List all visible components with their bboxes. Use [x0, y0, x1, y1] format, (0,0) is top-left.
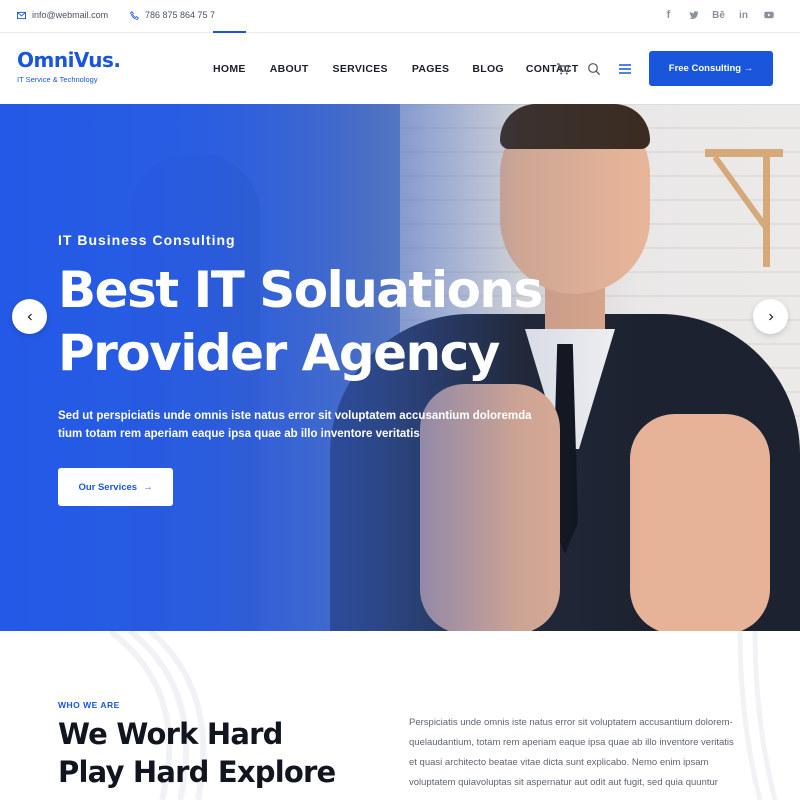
our-services-label: Our Services: [78, 481, 138, 493]
arrow-right-icon: →: [143, 481, 153, 493]
hero-title-line-1: Best IT Soluations: [58, 261, 543, 319]
chevron-right-icon: [768, 313, 773, 320]
hero-slider: IT Business Consulting Best IT Soluation…: [0, 104, 800, 631]
free-consulting-button[interactable]: Free Consulting →: [649, 51, 773, 86]
about-title: We Work Hard Play Hard Explore: [58, 715, 378, 791]
phone-icon: [130, 10, 139, 20]
slider-prev-button[interactable]: [12, 299, 47, 334]
cart-icon[interactable]: [556, 62, 570, 76]
about-paragraph: Perspiciatis unde omnis iste natus error…: [409, 717, 734, 788]
logo[interactable]: OmniVus. IT Service & Technology: [17, 48, 121, 84]
main-header: OmniVus. IT Service & Technology HOME AB…: [0, 31, 800, 104]
behance-icon[interactable]: Bē: [712, 9, 725, 21]
nav-contact[interactable]: CONTACT: [526, 33, 579, 104]
main-nav: HOME ABOUT SERVICES PAGES BLOG CONTACT: [213, 31, 579, 104]
logo-tagline: IT Service & Technology: [17, 75, 98, 84]
about-title-line-1: We Work Hard: [58, 717, 283, 751]
who-we-are-label: WHO WE ARE: [58, 700, 120, 710]
nav-pages[interactable]: PAGES: [412, 33, 449, 104]
phone-text: 786 875 864 75 7: [145, 10, 216, 20]
social-links: f Bē in: [663, 9, 774, 21]
youtube-icon[interactable]: [763, 9, 774, 21]
hero-description: Sed ut perspiciatis unde omnis iste natu…: [58, 410, 532, 440]
our-services-button[interactable]: Our Services →: [58, 468, 173, 506]
nav-about[interactable]: ABOUT: [270, 33, 309, 104]
twitter-icon[interactable]: [688, 9, 699, 21]
hero-title-line-2: Provider Agency: [58, 324, 500, 382]
slider-next-button[interactable]: [753, 299, 788, 334]
search-icon[interactable]: [587, 62, 601, 76]
mail-icon: [17, 11, 26, 19]
logo-name: OmniVus.: [17, 48, 121, 72]
nav-services[interactable]: SERVICES: [333, 33, 388, 104]
hero-eyebrow: IT Business Consulting: [58, 232, 236, 248]
email-contact[interactable]: info@webmail.com: [17, 10, 108, 20]
chevron-left-icon: [27, 313, 32, 320]
about-title-line-2: Play Hard Explore: [58, 755, 336, 789]
phone-contact[interactable]: 786 875 864 75 7: [130, 10, 215, 20]
email-text: info@webmail.com: [32, 10, 109, 20]
hero-title: Best IT Soluations Provider Agency: [58, 259, 578, 385]
top-bar: info@webmail.com 786 875 864 75 7 f Bē i…: [0, 0, 800, 33]
decorative-arcs-right: [737, 631, 778, 800]
nav-home[interactable]: HOME: [213, 31, 246, 104]
nav-blog[interactable]: BLOG: [472, 33, 504, 104]
facebook-icon[interactable]: f: [663, 9, 674, 21]
linkedin-icon[interactable]: in: [738, 9, 749, 21]
about-section: WHO WE ARE We Work Hard Play Hard Explor…: [0, 631, 800, 800]
menu-icon[interactable]: [618, 62, 632, 76]
